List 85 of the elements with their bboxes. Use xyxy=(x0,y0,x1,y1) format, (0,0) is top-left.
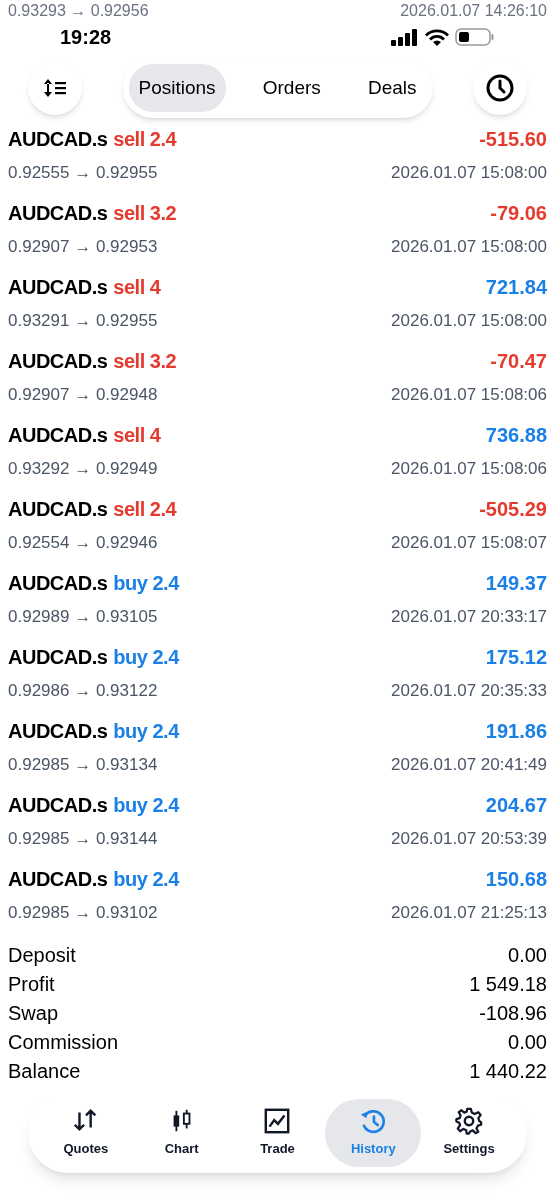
deal-time: 2026.01.07 15:08:00 xyxy=(391,310,547,333)
deal-symbol: AUDCAD.s xyxy=(8,719,108,745)
deal-side: buy 2.4 xyxy=(113,645,179,671)
deal-side: buy 2.4 xyxy=(113,793,179,819)
summary-value: 0.00 xyxy=(508,942,547,968)
summary-label: Swap xyxy=(8,1000,59,1026)
deal-side: buy 2.4 xyxy=(113,571,179,597)
deal-symbol: AUDCAD.s xyxy=(8,423,108,449)
faded-price-change: 0.93293 → 0.92956 xyxy=(8,2,149,21)
deal-side: sell 2.4 xyxy=(113,497,177,523)
nav-tab[interactable]: Chart xyxy=(133,1099,230,1167)
deal-symbol: AUDCAD.s xyxy=(8,867,108,893)
deal-side: sell 3.2 xyxy=(113,349,177,375)
sort-button[interactable] xyxy=(28,61,82,115)
deal-profit: 204.67 xyxy=(485,793,547,819)
deal-time: 2026.01.07 15:08:06 xyxy=(391,458,547,481)
history-filter-button[interactable] xyxy=(473,61,527,115)
deal-side: sell 4 xyxy=(113,275,161,301)
battery-icon xyxy=(455,28,495,46)
summary-value: 0.00 xyxy=(508,1029,547,1055)
deal-profit: -70.47 xyxy=(490,349,547,375)
deal-time: 2026.01.07 20:33:17 xyxy=(391,606,547,629)
deal-side: sell 4 xyxy=(113,423,161,449)
deal-time: 2026.01.07 15:08:00 xyxy=(391,236,547,259)
sort-icon xyxy=(43,78,67,98)
deal-time: 2026.01.07 20:35:33 xyxy=(391,680,547,703)
price-change: 0.92989 → 0.93105 xyxy=(8,606,158,629)
price-change: 0.92907 → 0.92953 xyxy=(8,236,158,259)
clock-icon xyxy=(486,74,514,102)
price-change: 0.92907 → 0.92948 xyxy=(8,384,158,407)
signal-icon xyxy=(391,28,419,46)
summary-label: Deposit xyxy=(8,942,76,968)
history-icon xyxy=(359,1107,388,1136)
price-change: 0.93292 → 0.92949 xyxy=(8,458,158,481)
summary-value: 1 440.22 xyxy=(469,1058,547,1084)
summary-label: Profit xyxy=(8,971,55,997)
status-time: 19:28 xyxy=(60,25,112,50)
price-change: 0.92986 → 0.93122 xyxy=(8,680,158,703)
deal-time: 2026.01.07 20:53:39 xyxy=(391,828,547,851)
summary-label: Commission xyxy=(8,1029,119,1055)
deal-time: 2026.01.07 15:08:06 xyxy=(391,384,547,407)
deal-time: 2026.01.07 15:08:00 xyxy=(391,162,547,185)
deal-symbol: AUDCAD.s xyxy=(8,349,108,375)
deal-side: buy 2.4 xyxy=(113,719,179,745)
price-change: 0.92985 → 0.93134 xyxy=(8,754,158,777)
line-chart-icon xyxy=(263,1107,292,1136)
price-change: 0.92554 → 0.92946 xyxy=(8,532,158,555)
deal-side: buy 2.4 xyxy=(113,867,179,893)
deal-symbol: AUDCAD.s xyxy=(8,127,108,153)
deal-profit: -505.29 xyxy=(479,497,547,523)
deal-profit: 150.68 xyxy=(485,867,547,893)
deal-profit: -79.06 xyxy=(490,201,547,227)
nav-tab[interactable]: Trade xyxy=(229,1099,326,1167)
deal-profit: 721.84 xyxy=(485,275,547,301)
deal-symbol: AUDCAD.s xyxy=(8,645,108,671)
summary-value: 1 549.18 xyxy=(469,971,547,997)
nav-tab[interactable]: Quotes xyxy=(38,1099,134,1167)
deal-symbol: AUDCAD.s xyxy=(8,201,108,227)
deal-time: 2026.01.07 20:41:49 xyxy=(391,754,547,777)
deal-side: sell 2.4 xyxy=(113,127,177,153)
summary-label: Balance xyxy=(8,1058,81,1084)
deal-profit: 736.88 xyxy=(485,423,547,449)
deal-profit: 149.37 xyxy=(485,571,547,597)
deal-side: sell 3.2 xyxy=(113,201,177,227)
price-change: 0.93291 → 0.92955 xyxy=(8,310,158,333)
deal-profit: 191.86 xyxy=(485,719,547,745)
deal-symbol: AUDCAD.s xyxy=(8,275,108,301)
tab[interactable]: Deals xyxy=(357,64,427,112)
deal-time: 2026.01.07 21:25:13 xyxy=(391,902,547,925)
nav-tab[interactable]: Settings xyxy=(421,1099,517,1167)
price-change: 0.92985 → 0.93144 xyxy=(8,828,158,851)
deal-time: 2026.01.07 15:08:07 xyxy=(391,532,547,555)
summary-value: -108.96 xyxy=(479,1000,547,1026)
deal-profit: 175.12 xyxy=(485,645,547,671)
price-change: 0.92985 → 0.93102 xyxy=(8,902,158,925)
wifi-icon xyxy=(425,28,449,46)
tab[interactable]: Positions xyxy=(128,64,226,112)
price-change: 0.92555 → 0.92955 xyxy=(8,162,158,185)
deal-symbol: AUDCAD.s xyxy=(8,497,108,523)
deal-symbol: AUDCAD.s xyxy=(8,793,108,819)
settings-icon xyxy=(455,1107,484,1136)
deal-symbol: AUDCAD.s xyxy=(8,571,108,597)
deal-profit: -515.60 xyxy=(479,127,547,153)
tab[interactable]: Orders xyxy=(252,64,331,112)
faded-deal-time: 2026.01.07 14:26:10 xyxy=(400,2,547,21)
